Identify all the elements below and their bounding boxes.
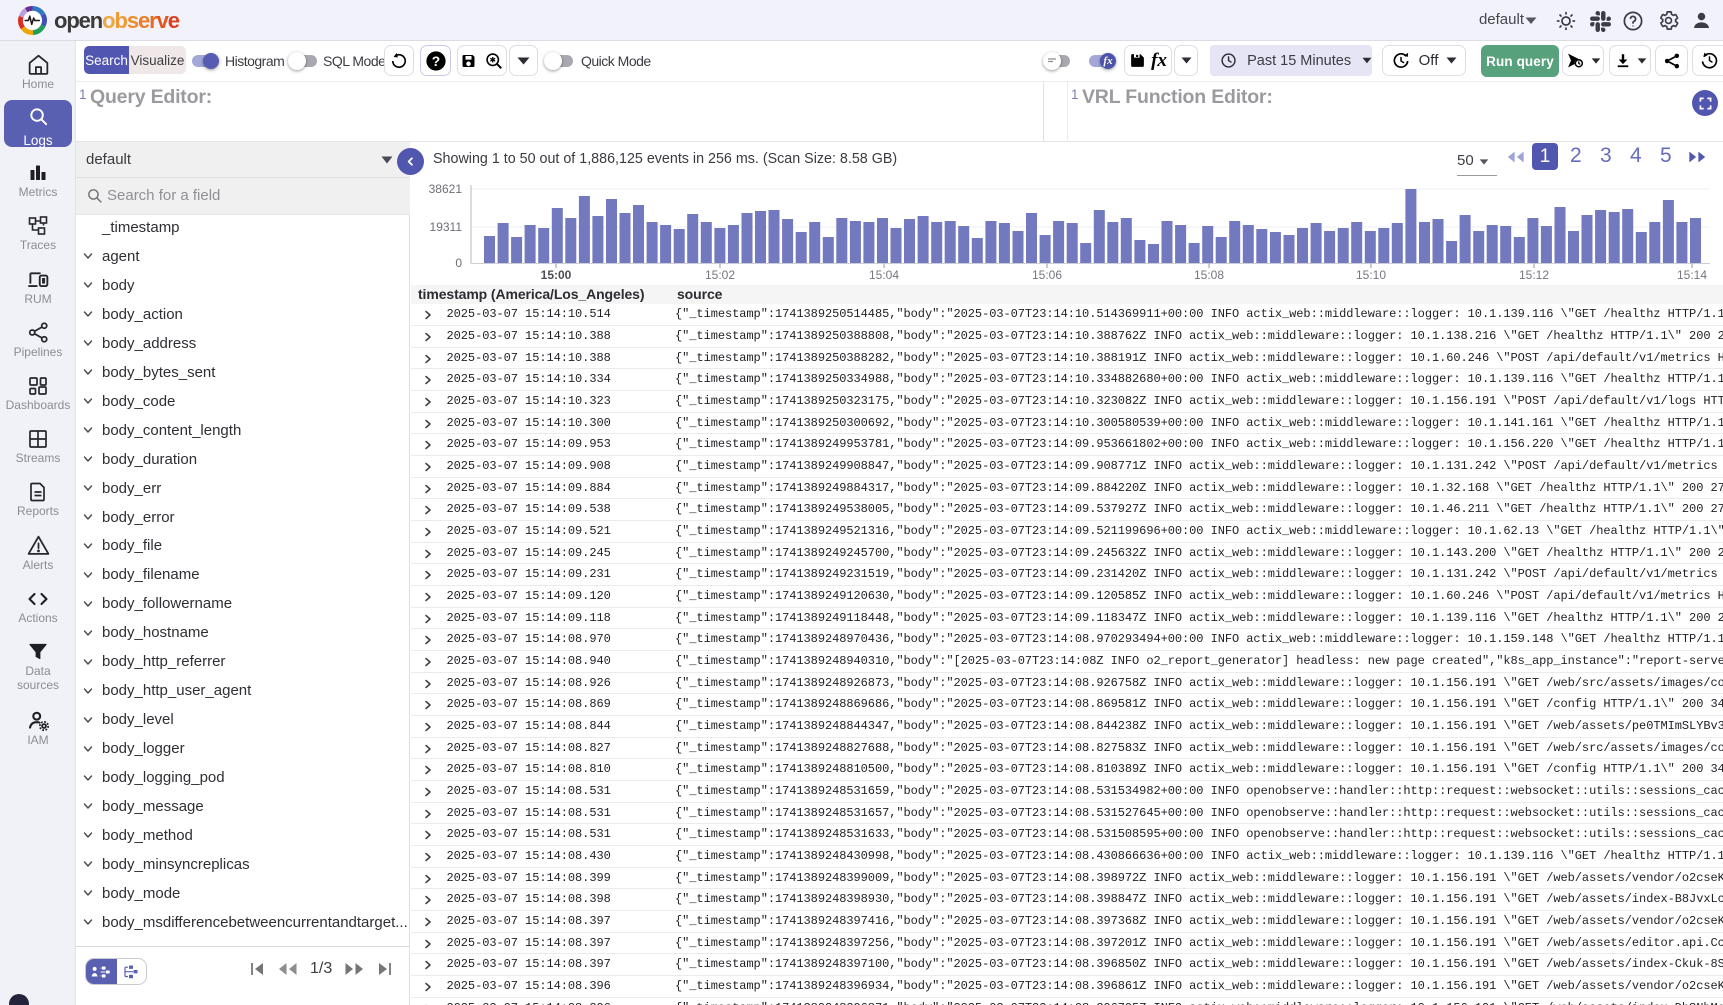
svg-text:15:14: 15:14 bbox=[1677, 268, 1707, 282]
svg-text:15:04: 15:04 bbox=[869, 268, 899, 282]
svg-text:15:08: 15:08 bbox=[1194, 268, 1224, 282]
svg-text:?: ? bbox=[431, 54, 439, 69]
svg-text:15:12: 15:12 bbox=[1519, 268, 1549, 282]
svg-text:15:10: 15:10 bbox=[1356, 268, 1386, 282]
svg-text:15:06: 15:06 bbox=[1032, 268, 1062, 282]
svg-text:19311: 19311 bbox=[430, 220, 463, 234]
svg-text:15:02: 15:02 bbox=[705, 268, 735, 282]
svg-text:0: 0 bbox=[455, 256, 462, 270]
svg-text:38621: 38621 bbox=[429, 182, 463, 196]
svg-text:15:00: 15:00 bbox=[541, 268, 572, 282]
